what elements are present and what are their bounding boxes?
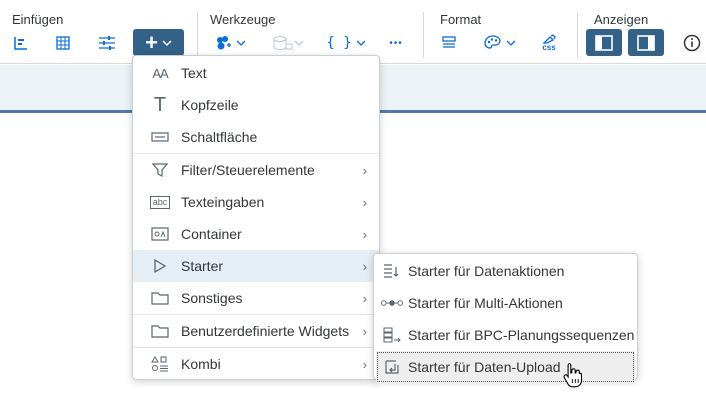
toolbar-separator [423, 12, 424, 58]
container-icon [150, 224, 170, 244]
hand-pointer-cursor-icon [563, 362, 583, 388]
submenu-item-data-upload[interactable]: Starter für Daten-Upload [376, 351, 635, 383]
menu-item-label: Texteingaben [181, 194, 265, 210]
css-label: css [542, 43, 556, 52]
submenu-item-label: Starter für BPC-Planungssequenzen [408, 327, 635, 343]
right-panel-toggle-icon[interactable] [628, 29, 664, 56]
group-label-view: Anzeigen [594, 12, 649, 27]
filter-sliders-icon[interactable] [94, 30, 120, 56]
filter-icon [150, 160, 170, 180]
text-size-glyph: AA [152, 65, 168, 81]
braces-icon[interactable]: { } [326, 30, 366, 56]
menu-item-schaltflaeche[interactable]: Schaltfläche [133, 121, 379, 153]
menu-item-label: Schaltfläche [181, 129, 258, 145]
menu-item-kombi[interactable]: Kombi › [133, 348, 379, 380]
menu-item-label: Benutzerdefinierte Widgets [181, 323, 350, 339]
submenu-item-label: Starter für Daten-Upload [408, 359, 561, 375]
folder-icon [150, 288, 170, 308]
heading-icon: T [150, 93, 170, 116]
left-panel-toggle-icon[interactable] [586, 29, 622, 56]
custom-widget-folder-icon [150, 321, 170, 341]
chevron-right-icon: › [362, 162, 367, 178]
more-icon[interactable]: ••• [382, 30, 410, 56]
text-input-glyph: abc [149, 195, 171, 209]
starter-submenu: Starter für Datenaktionen Starter für Mu… [373, 253, 638, 383]
menu-item-label: Text [181, 65, 207, 81]
toolbar-separator [197, 12, 198, 58]
chevron-down-icon [162, 39, 172, 46]
heading-glyph: T [153, 93, 167, 116]
menu-item-starter[interactable]: Starter › [133, 250, 379, 282]
plus-icon: + [145, 29, 158, 55]
braces-glyph: { } [326, 35, 352, 51]
toolbar-separator [577, 12, 578, 58]
submenu-item-multi-actions[interactable]: Starter für Multi-Aktionen [374, 287, 637, 319]
data-upload-icon [381, 357, 403, 377]
group-label-insert: Einfügen [12, 12, 64, 27]
menu-item-sonstiges[interactable]: Sonstiges › [133, 282, 379, 314]
chevron-right-icon: › [362, 356, 367, 372]
menu-item-custom-widgets[interactable]: Benutzerdefinierte Widgets › [133, 315, 379, 347]
menu-item-text[interactable]: AA Text [133, 57, 379, 89]
bpc-sequence-icon [381, 325, 403, 345]
play-icon [150, 256, 170, 276]
menu-item-kopfzeile[interactable]: T Kopfzeile [133, 89, 379, 121]
submenu-item-bpc-sequences[interactable]: Starter für BPC-Planungssequenzen [374, 319, 637, 351]
menu-item-label: Kopfzeile [181, 97, 239, 113]
chevron-right-icon: › [362, 290, 367, 306]
table-icon[interactable] [50, 30, 76, 56]
multi-action-icon [381, 293, 403, 313]
submenu-item-label: Starter für Multi-Aktionen [408, 295, 563, 311]
combo-icon [150, 354, 170, 374]
group-label-tools: Werkzeuge [210, 12, 276, 27]
chevron-right-icon: › [362, 258, 367, 274]
menu-item-filter[interactable]: Filter/Steuerelemente › [133, 154, 379, 186]
data-disabled-icon [268, 30, 308, 56]
chevron-right-icon: › [362, 323, 367, 339]
submenu-item-label: Starter für Datenaktionen [408, 263, 565, 279]
bar-chart-icon[interactable] [8, 30, 34, 56]
palette-icon[interactable] [480, 30, 520, 56]
menu-item-label: Starter [181, 258, 224, 274]
robot-icon[interactable] [210, 30, 250, 56]
css-icon[interactable]: css [536, 30, 562, 56]
menu-item-label: Sonstiges [181, 290, 243, 306]
chevron-right-icon: › [362, 194, 367, 210]
menu-item-label: Kombi [181, 356, 221, 372]
layout-icon[interactable] [436, 30, 462, 56]
add-button[interactable]: + [133, 29, 184, 56]
menu-item-label: Filter/Steuerelemente [181, 162, 315, 178]
info-icon[interactable] [679, 30, 705, 56]
menu-item-label: Container [181, 226, 242, 242]
insert-menu: AA Text T Kopfzeile Schaltfläche Filter/… [132, 55, 380, 380]
group-label-format: Format [440, 12, 482, 27]
chevron-right-icon: › [362, 226, 367, 242]
data-action-icon [381, 261, 403, 281]
text-input-icon: abc [149, 192, 171, 212]
submenu-item-data-actions[interactable]: Starter für Datenaktionen [374, 255, 637, 287]
button-icon [150, 127, 170, 147]
text-size-icon: AA [150, 63, 170, 83]
menu-item-container[interactable]: Container › [133, 218, 379, 250]
menu-item-texteingaben[interactable]: abc Texteingaben › [133, 186, 379, 218]
